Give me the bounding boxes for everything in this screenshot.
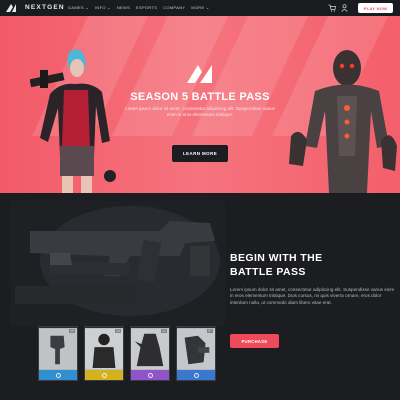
- play-now-button[interactable]: PLAY NOW: [358, 3, 393, 13]
- item-card[interactable]: 07: [176, 326, 216, 381]
- card-rarity-strip: [39, 370, 77, 380]
- cart-icon[interactable]: [328, 4, 336, 12]
- item-card[interactable]: 14: [84, 326, 124, 381]
- section-description: Lorem ipsum dolor sit amet, consectetur …: [230, 287, 395, 305]
- rarity-badge-icon: [193, 372, 199, 378]
- section-title-line2: BATTLE PASS: [230, 266, 306, 278]
- card-number: 07: [207, 329, 213, 333]
- rifle-art-icon: [39, 328, 77, 370]
- hero-soldier-image: [30, 49, 116, 193]
- menu-item-info[interactable]: INFO ⌄: [95, 5, 111, 10]
- main-menu: GAMES ⌄ INFO ⌄ NEWS ESPORTS COMPANY MORE…: [68, 5, 210, 10]
- rifle-image: [10, 201, 225, 326]
- card-number: 14: [115, 329, 121, 333]
- menu-item-news[interactable]: NEWS: [117, 5, 130, 10]
- soldier-art-icon: [85, 328, 123, 370]
- learn-more-button[interactable]: LEARN MORE: [172, 145, 228, 162]
- item-card[interactable]: 12: [130, 326, 170, 381]
- brand-name[interactable]: NEXTGEN: [25, 4, 65, 11]
- user-icon[interactable]: [341, 4, 348, 12]
- purchase-button[interactable]: PURCHASE: [230, 334, 279, 348]
- hero-banner: SEASON 5 BATTLE PASS Lorem ipsum dolor s…: [0, 16, 400, 193]
- item-card[interactable]: 05: [38, 326, 78, 381]
- brand-logo-icon[interactable]: [5, 3, 17, 13]
- card-rarity-strip: [131, 370, 169, 380]
- section-title-line1: BEGIN WITH THE: [230, 252, 323, 264]
- menu-item-games[interactable]: GAMES ⌄: [68, 5, 89, 10]
- card-rarity-strip: [177, 370, 215, 380]
- rarity-badge-icon: [55, 372, 61, 378]
- rarity-badge-icon: [147, 372, 153, 378]
- card-number: 05: [69, 329, 75, 333]
- menu-item-esports[interactable]: ESPORTS: [136, 5, 157, 10]
- gear-art-icon: [177, 328, 215, 370]
- hero-title: SEASON 5 BATTLE PASS: [130, 91, 270, 103]
- hero-subtitle: Lorem ipsum dolor sit amet, consectetur …: [125, 106, 275, 117]
- card-rarity-strip: [85, 370, 123, 380]
- hero-monster-image: [289, 50, 397, 193]
- menu-item-company[interactable]: COMPANY: [163, 5, 185, 10]
- section-title: BEGIN WITH THE BATTLE PASS: [230, 251, 390, 279]
- card-number: 12: [161, 329, 167, 333]
- season-logo-icon: [187, 65, 212, 83]
- menu-item-more[interactable]: MORE ⌄: [191, 5, 209, 10]
- battle-pass-section: BEGIN WITH THE BATTLE PASS Lorem ipsum d…: [0, 193, 400, 400]
- creature-art-icon: [131, 328, 169, 370]
- item-cards: 05 14 12 07: [38, 326, 216, 381]
- rarity-badge-icon: [101, 372, 107, 378]
- top-nav: NEXTGEN GAMES ⌄ INFO ⌄ NEWS ESPORTS COMP…: [0, 0, 400, 16]
